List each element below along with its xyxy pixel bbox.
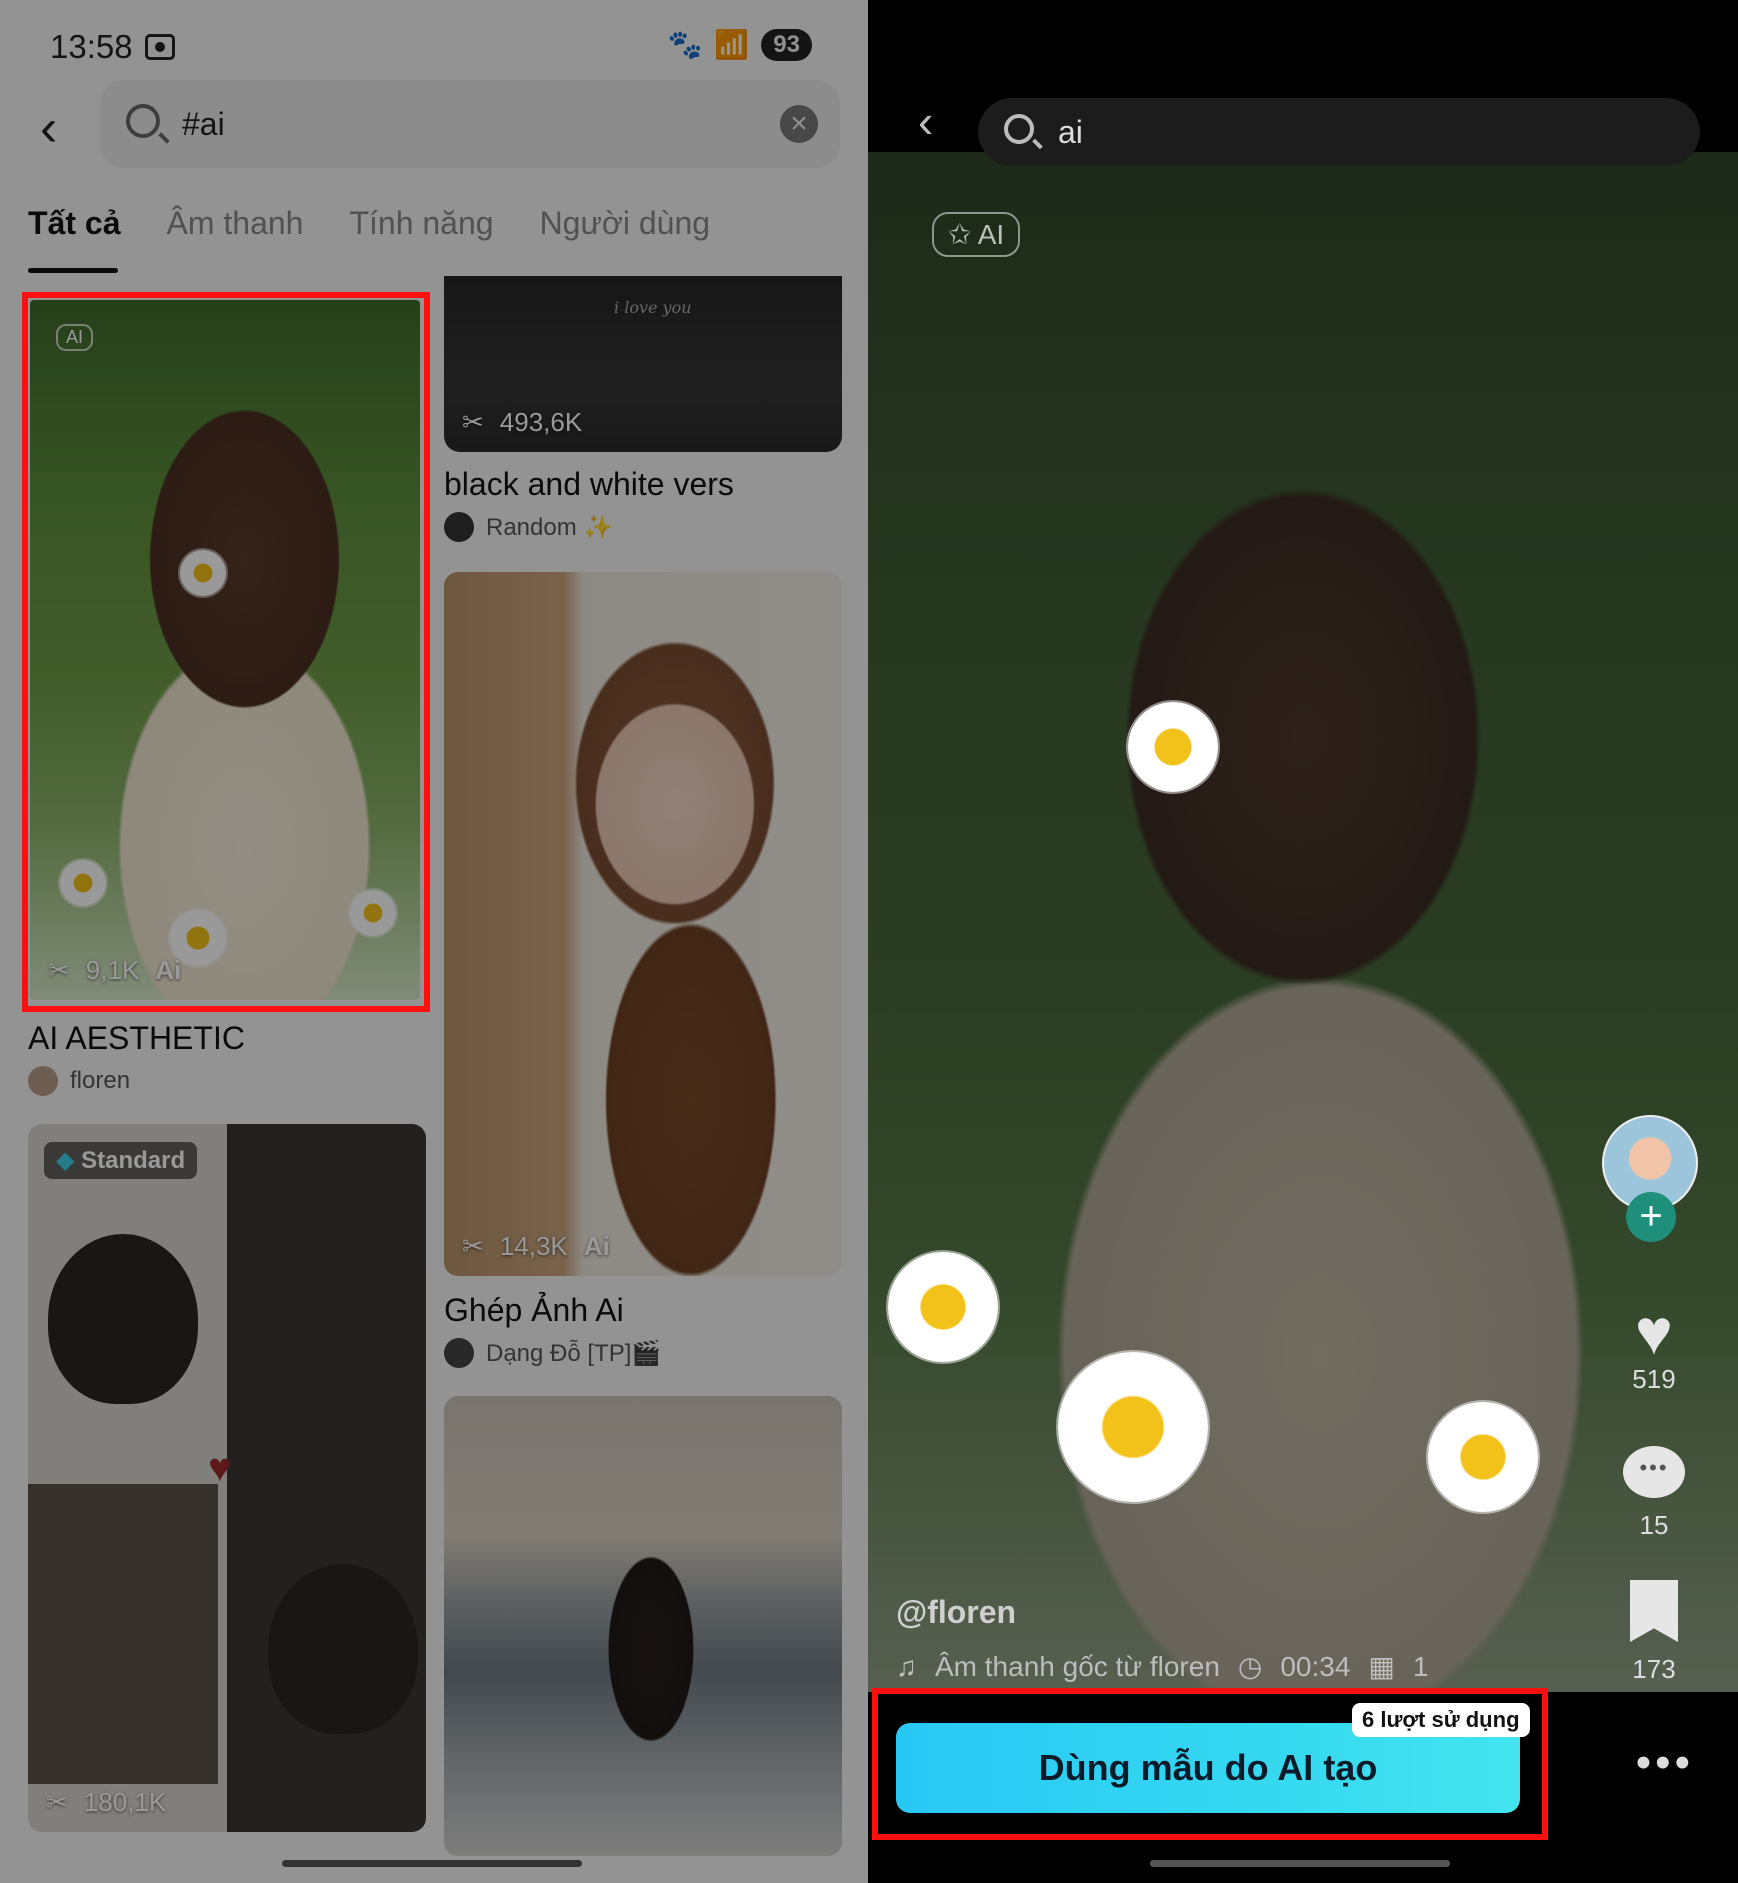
- daisy-decor: [1428, 1402, 1538, 1512]
- card-title[interactable]: Ghép Ảnh Ai: [444, 1292, 624, 1329]
- usage-stat: ✂ 180,1K: [46, 1787, 166, 1818]
- daisy-decor: [888, 1252, 998, 1362]
- standard-badge-label: Standard: [81, 1147, 186, 1174]
- paw-icon: 🐾: [667, 29, 703, 60]
- template-card-standard[interactable]: ♥ ◆ Standard ✂ 180,1K: [28, 1124, 426, 1832]
- tab-features[interactable]: Tính năng: [349, 205, 493, 242]
- avatar: [444, 1338, 474, 1368]
- like-action[interactable]: ♥ 519: [1604, 1300, 1704, 1395]
- template-preview-panel: ‹ ai ✩ AI + ♥ 519 15 173 @floren ♫ Âm th…: [868, 0, 1738, 1883]
- usage-stat: ✂ 493,6K: [462, 407, 582, 438]
- ai-badge: ✩ AI: [932, 212, 1021, 257]
- collage-portrait: [48, 1234, 198, 1404]
- template-card-black-white[interactable]: i love you ✂ 493,6K: [444, 276, 842, 452]
- heart-sticker-icon: ♥: [208, 1446, 232, 1490]
- wifi-icon: 📶: [714, 29, 750, 60]
- highlight-box: [872, 1688, 1548, 1840]
- duration: 00:34: [1280, 1650, 1351, 1682]
- clock-icon: ◷: [1237, 1651, 1263, 1682]
- search-input[interactable]: ai: [978, 98, 1700, 166]
- author-name: floren: [70, 1067, 131, 1094]
- heart-icon: ♥: [1635, 1296, 1673, 1368]
- tab-users[interactable]: Người dùng: [540, 205, 711, 242]
- usage-count: 180,1K: [83, 1787, 167, 1817]
- comment-icon: [1623, 1446, 1685, 1498]
- status-bar: 13:58 🐾 📶 93: [0, 0, 868, 90]
- like-count: 519: [1632, 1364, 1676, 1394]
- comment-count: 15: [1639, 1510, 1669, 1540]
- card-author[interactable]: floren: [28, 1066, 130, 1096]
- search-row: ‹ #ai ×: [0, 80, 868, 170]
- search-query: ai: [1058, 114, 1083, 150]
- music-note-icon: ♫: [896, 1650, 917, 1682]
- follow-plus-icon[interactable]: +: [1626, 1192, 1676, 1242]
- search-results-panel: 13:58 🐾 📶 93 ‹ #ai × Tất cả Âm thanh Tín…: [0, 0, 868, 1883]
- more-options-icon[interactable]: •••: [1636, 1741, 1694, 1785]
- creator-username[interactable]: @floren: [896, 1594, 1016, 1631]
- clear-icon[interactable]: ×: [780, 105, 818, 143]
- search-query: #ai: [182, 106, 225, 142]
- card-thumbnail: [444, 1396, 842, 1856]
- standard-badge: ◆ Standard: [44, 1142, 198, 1179]
- card-title[interactable]: AI AESTHETIC: [28, 1020, 245, 1057]
- back-icon[interactable]: ‹: [918, 98, 933, 144]
- author-name: Dạng Đỗ [TP]🎬: [486, 1339, 662, 1367]
- collage-portrait: [268, 1564, 418, 1734]
- back-icon[interactable]: ‹: [40, 102, 57, 154]
- avatar: [444, 512, 474, 542]
- search-icon: [1004, 114, 1034, 144]
- home-indicator: [1150, 1860, 1450, 1867]
- battery-level: 93: [761, 28, 812, 61]
- usage-count: 14,3K: [499, 1231, 568, 1261]
- card-title[interactable]: black and white vers: [444, 466, 734, 503]
- search-icon: [126, 104, 160, 138]
- home-indicator: [282, 1860, 582, 1867]
- sparkle-icon: ✩: [948, 219, 972, 250]
- comment-action[interactable]: 15: [1604, 1446, 1704, 1541]
- card-author[interactable]: Random ✨: [444, 512, 613, 542]
- template-card-beach[interactable]: [444, 1396, 842, 1856]
- scissors-icon: ✂: [462, 407, 484, 437]
- screen-record-icon: [145, 34, 175, 60]
- card-caption: i love you: [614, 298, 692, 317]
- save-action[interactable]: 173: [1604, 1580, 1704, 1685]
- clip-count: 1: [1412, 1650, 1429, 1682]
- save-count: 173: [1632, 1654, 1676, 1684]
- ai-tag: Ai: [583, 1231, 610, 1261]
- template-card-ghep-anh-ai[interactable]: ✂ 14,3K Ai: [444, 572, 842, 1276]
- usage-stat: ✂ 14,3K Ai: [462, 1231, 610, 1262]
- author-name: Random ✨: [486, 513, 614, 541]
- search-input[interactable]: #ai ×: [100, 80, 840, 168]
- scissors-icon: ✂: [462, 1231, 484, 1261]
- status-time: 13:58: [50, 28, 133, 65]
- active-tab-indicator: [28, 268, 118, 273]
- daisy-decor: [1058, 1352, 1208, 1502]
- diamond-icon: ◆: [56, 1147, 75, 1174]
- tab-sound[interactable]: Âm thanh: [166, 205, 303, 242]
- avatar: [28, 1066, 58, 1096]
- card-thumbnail: [444, 572, 842, 1276]
- collage-portrait: [28, 1484, 218, 1784]
- template-meta: ♫ Âm thanh gốc từ floren ◷ 00:34 ▦ 1: [896, 1650, 1428, 1683]
- usage-count: 493,6K: [499, 407, 583, 437]
- filter-tabs: Tất cả Âm thanh Tính năng Người dùng: [28, 205, 710, 242]
- ai-badge-label: AI: [977, 219, 1005, 250]
- daisy-decor: [1128, 702, 1218, 792]
- sound-label[interactable]: Âm thanh gốc từ floren: [935, 1651, 1220, 1683]
- highlight-box: [22, 292, 430, 1012]
- bookmark-icon: [1630, 1580, 1678, 1642]
- tab-all[interactable]: Tất cả: [28, 205, 120, 242]
- clips-icon: ▦: [1368, 1651, 1395, 1682]
- scissors-icon: ✂: [46, 1787, 68, 1817]
- preview-topbar: ‹ ai: [868, 90, 1738, 166]
- card-author[interactable]: Dạng Đỗ [TP]🎬: [444, 1338, 661, 1368]
